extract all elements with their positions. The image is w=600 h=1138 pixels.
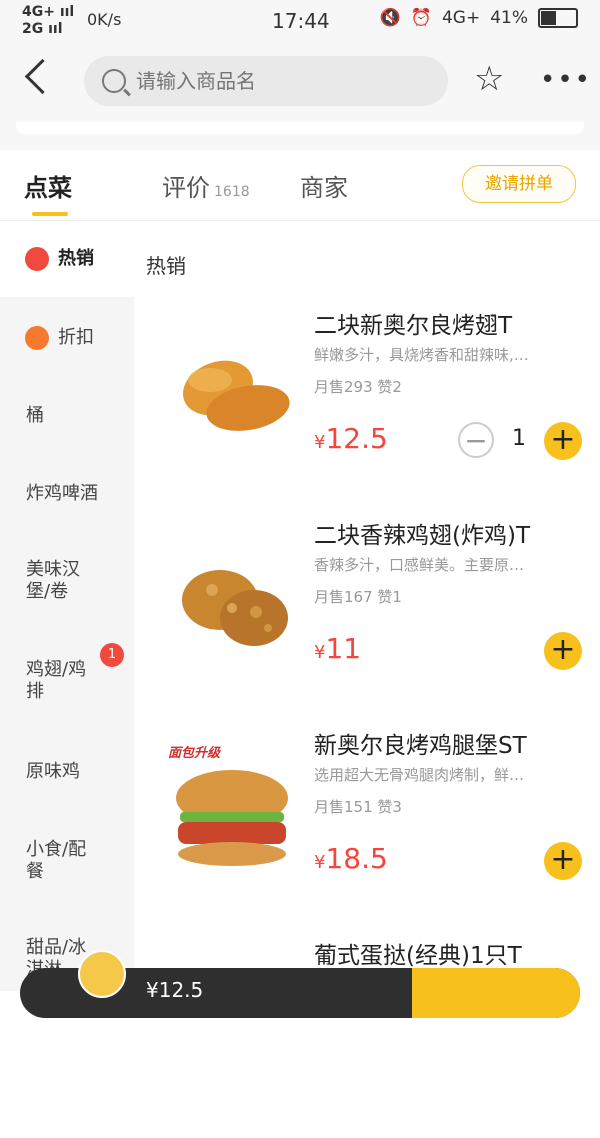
- top-bar: ☆ •••: [0, 42, 600, 122]
- quantity-value: 1: [512, 426, 526, 451]
- flame-icon: [25, 247, 49, 271]
- cart-count-badge: 1: [100, 643, 124, 667]
- signal-top: 4G+ ııl: [22, 4, 75, 20]
- category-sidebar: 热销 折扣 桶 炸鸡啤酒 美味汉 堡/卷 1 鸡翅/鸡 排 原味鸡 小食/配 餐…: [0, 221, 134, 991]
- sidebar-item-hot[interactable]: 热销: [0, 221, 134, 297]
- sidebar-item-chicken-beer[interactable]: 炸鸡啤酒: [0, 455, 134, 533]
- more-icon[interactable]: •••: [540, 67, 592, 93]
- sidebar-item-bucket[interactable]: 桶: [0, 377, 134, 455]
- currency-symbol: ¥: [314, 642, 326, 663]
- sidebar-item-label: 桶: [26, 405, 44, 426]
- dish-item[interactable]: 二块香辣鸡翅(炸鸡)T 香辣多汁，口感鲜美。主要原… 月售167 赞1 ¥11 …: [134, 508, 600, 718]
- price-value: 11: [325, 632, 362, 665]
- discount-tag-icon: [25, 326, 49, 350]
- tab-reviews-label: 评价: [162, 174, 210, 202]
- signal-indicator: 4G+ ııl 2G ııl: [22, 4, 74, 38]
- battery-percent: 41%: [490, 8, 528, 28]
- sidebar-item-label: 美味汉 堡/卷: [26, 559, 80, 602]
- battery-icon: [538, 8, 578, 28]
- invite-group-order-button[interactable]: 邀请拼单: [462, 165, 576, 203]
- search-box[interactable]: [84, 56, 448, 106]
- tab-merchant[interactable]: 商家: [300, 168, 348, 203]
- add-to-cart-button[interactable]: +: [544, 632, 582, 670]
- dish-price: ¥12.5: [314, 422, 388, 455]
- dish-item[interactable]: 葡式蛋挞(经典)1只T: [134, 928, 600, 1138]
- add-to-cart-button[interactable]: +: [544, 422, 582, 460]
- price-value: 12.5: [325, 422, 388, 455]
- tab-menu[interactable]: 点菜: [24, 168, 72, 203]
- tab-underline: [32, 212, 68, 216]
- promo-label: 面包升级: [168, 746, 221, 761]
- decrease-quantity-button[interactable]: −: [458, 422, 494, 458]
- sidebar-item-sides[interactable]: 小食/配 餐: [0, 811, 134, 911]
- dish-name: 二块香辣鸡翅(炸鸡)T: [314, 523, 530, 549]
- sidebar-item-label: 原味鸡: [26, 761, 80, 782]
- alarm-icon: ⏰: [410, 8, 432, 28]
- price-value: 18.5: [325, 842, 388, 875]
- sidebar-item-burgers[interactable]: 美味汉 堡/卷: [0, 533, 134, 633]
- dish-item[interactable]: 二块新奥尔良烤翅T 鲜嫩多汁，具烧烤香和甜辣味,… 月售293 赞2 ¥12.5…: [134, 298, 600, 508]
- dish-price: ¥11: [314, 632, 361, 665]
- checkout-button[interactable]: [412, 968, 580, 1018]
- network-type: 4G+: [441, 8, 481, 28]
- dish-price: ¥18.5: [314, 842, 388, 875]
- status-bar: 4G+ ııl 2G ııl 0K/s 17:44 🔇 ⏰ 4G+ 41%: [0, 0, 600, 42]
- dish-name: 葡式蛋挞(经典)1只T: [314, 943, 522, 969]
- review-count: 1618: [214, 184, 250, 200]
- search-icon: [102, 69, 126, 93]
- tab-bar: 点菜 评价 1618 商家 邀请拼单: [0, 150, 600, 221]
- tab-reviews[interactable]: 评价 1618: [162, 168, 250, 203]
- header-card-edge: [0, 122, 600, 150]
- currency-symbol: ¥: [314, 852, 326, 873]
- add-to-cart-button[interactable]: +: [544, 842, 582, 880]
- dish-stats: 月售151 赞3: [314, 798, 402, 816]
- dish-stats: 月售293 赞2: [314, 378, 402, 396]
- dish-name: 新奥尔良烤鸡腿堡ST: [314, 733, 527, 759]
- dish-description: 选用超大无骨鸡腿肉烤制，鲜…: [314, 766, 525, 784]
- cart-total: ¥12.5: [146, 978, 204, 1002]
- section-title: 热销: [146, 254, 186, 278]
- sidebar-item-label: 鸡翅/鸡 排: [26, 659, 87, 702]
- sidebar-item-label: 折扣: [58, 327, 94, 348]
- sidebar-item-wings[interactable]: 1 鸡翅/鸡 排: [0, 633, 134, 733]
- chicken-wings-image: [183, 360, 290, 431]
- network-speed: 0K/s: [87, 10, 122, 29]
- signal-bottom: 2G ııl: [22, 21, 63, 37]
- dish-description: 香辣多汁，口感鲜美。主要原…: [314, 556, 525, 574]
- mute-icon: 🔇: [379, 8, 401, 28]
- sidebar-item-label: 炸鸡啤酒: [26, 483, 98, 504]
- back-icon[interactable]: [24, 58, 61, 95]
- currency-symbol: ¥: [314, 432, 326, 453]
- sidebar-item-label: 小食/配 餐: [26, 839, 87, 882]
- favorite-star-icon[interactable]: ☆: [474, 62, 504, 96]
- dish-item[interactable]: 面包升级 新奥尔良烤鸡腿堡ST 选用超大无骨鸡腿肉烤制，鲜… 月售151 赞3 …: [134, 718, 600, 928]
- dish-stats: 月售167 赞1: [314, 588, 402, 606]
- clock: 17:44: [272, 9, 330, 33]
- status-right: 🔇 ⏰ 4G+ 41%: [380, 8, 578, 28]
- search-input[interactable]: [134, 68, 418, 94]
- dish-name: 二块新奥尔良烤翅T: [314, 313, 513, 339]
- sidebar-item-original-chicken[interactable]: 原味鸡: [0, 733, 134, 811]
- sidebar-item-discount[interactable]: 折扣: [0, 297, 134, 377]
- fried-chicken-image: [182, 570, 288, 646]
- sidebar-item-label: 热销: [58, 248, 94, 269]
- dish-description: 鲜嫩多汁，具烧烤香和甜辣味,…: [314, 346, 529, 364]
